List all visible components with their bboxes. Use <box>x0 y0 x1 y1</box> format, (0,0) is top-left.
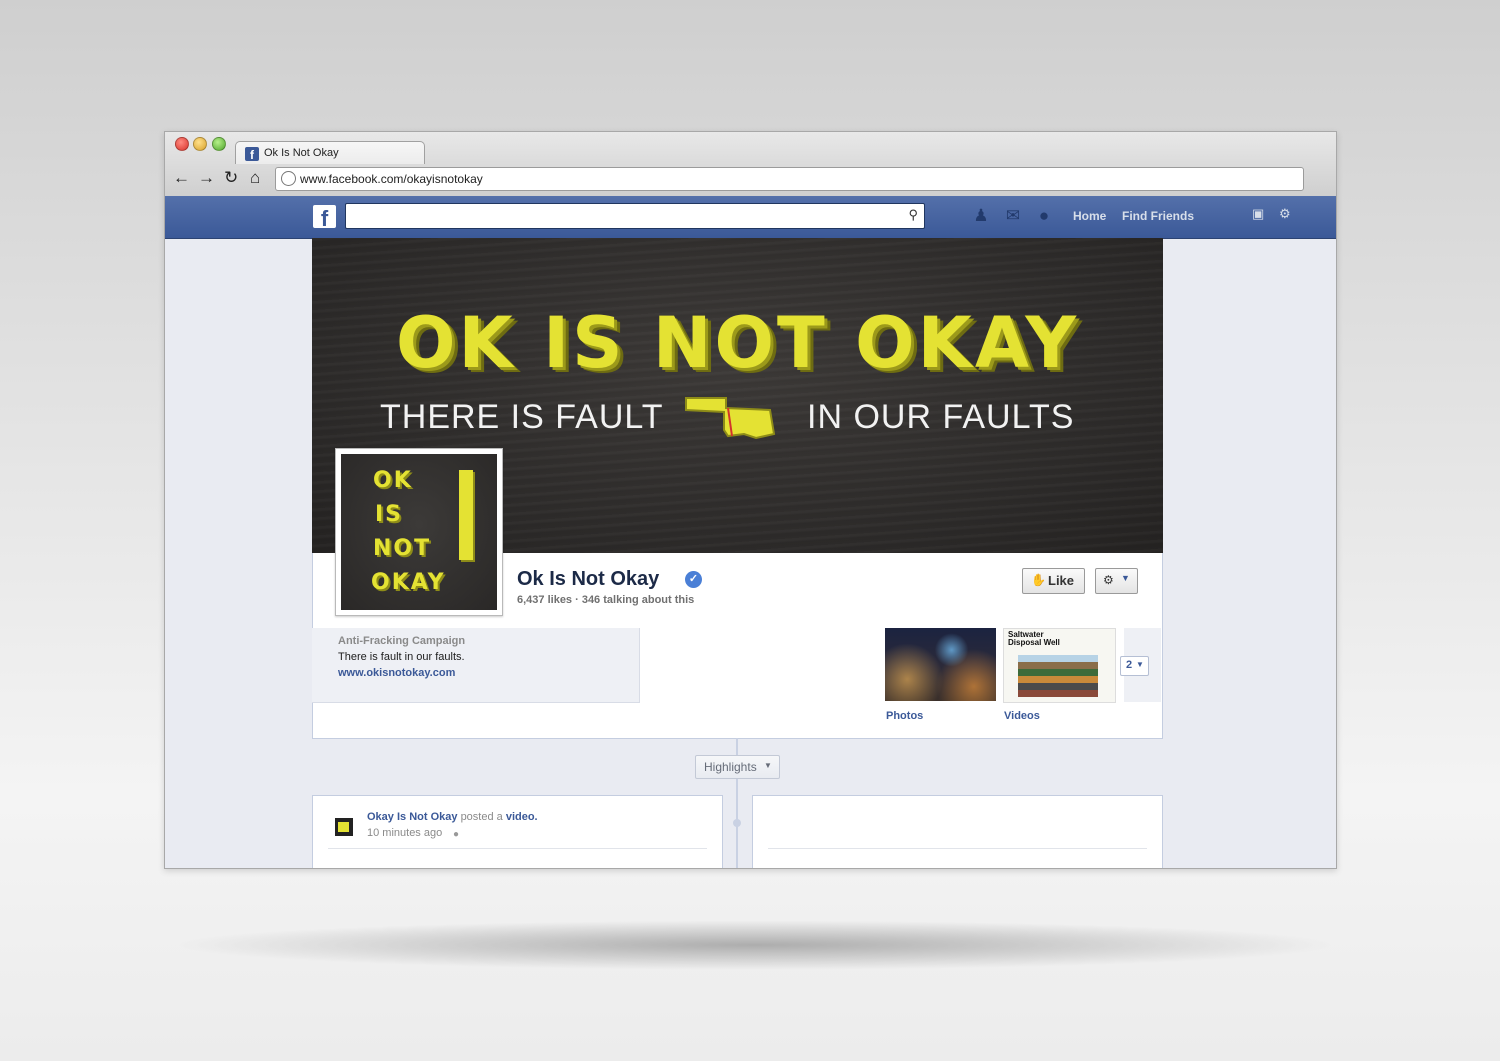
diagram-layer <box>1018 655 1098 662</box>
diagram-layer <box>1018 683 1098 690</box>
divider <box>768 848 1147 849</box>
diagram-layer <box>1018 669 1098 676</box>
profile-picture-word: IS <box>375 502 404 527</box>
messages-icon[interactable]: ✉ <box>1003 205 1023 225</box>
videos-app-label[interactable]: Videos <box>1004 710 1040 722</box>
divider <box>328 848 707 849</box>
public-globe-icon: ● <box>453 829 460 840</box>
facebook-logo-icon[interactable]: f <box>313 205 336 231</box>
cover-tagline-left: THERE IS FAULT <box>380 398 664 436</box>
url-text: www.facebook.com/okayisnotokay <box>300 172 483 186</box>
like-button[interactable]: ✋ Like <box>1022 568 1085 594</box>
reload-icon[interactable]: ↻ <box>224 169 238 187</box>
browser-chrome: f Ok Is Not Okay ← → ↻ ⌂ www.facebook.co… <box>165 132 1336 197</box>
minimize-window-button[interactable] <box>193 137 207 151</box>
privacy-shortcuts-icon[interactable]: ▣ <box>1252 206 1264 222</box>
about-section: Anti-Fracking Campaign There is fault in… <box>312 628 640 703</box>
close-window-button[interactable] <box>175 137 189 151</box>
cover-tagline-right: IN OUR FAULTS <box>807 398 1075 436</box>
highlights-label: Highlights <box>704 760 757 774</box>
home-link[interactable]: Home <box>1073 209 1106 223</box>
profile-picture-word: OK <box>373 468 413 493</box>
back-arrow-icon[interactable]: ← <box>173 169 190 187</box>
post-author-link[interactable]: Okay Is Not Okay <box>367 811 458 823</box>
post-action-text: posted a <box>460 811 503 823</box>
highlights-dropdown[interactable]: Highlights ▼ <box>695 755 780 779</box>
post-headline: Okay Is Not Okay posted a video. <box>367 811 538 823</box>
diagram-layer <box>1018 690 1098 697</box>
forward-arrow-icon[interactable]: → <box>198 169 215 187</box>
timeline-post-placeholder <box>752 795 1163 868</box>
tab-title: Ok Is Not Okay <box>264 147 339 159</box>
window-floor-shadow <box>170 920 1340 970</box>
page-title[interactable]: Ok Is Not Okay <box>517 568 659 591</box>
photos-app-label[interactable]: Photos <box>886 710 923 722</box>
diagram-layer <box>1018 676 1098 683</box>
post-timestamp[interactable]: 10 minutes ago <box>367 827 442 839</box>
like-label: Like <box>1048 573 1075 588</box>
chevron-down-icon: ▼ <box>764 761 772 770</box>
chevron-down-icon: ▼ <box>1121 573 1130 583</box>
oklahoma-shape-icon <box>685 397 776 440</box>
profile-picture-image: OK IS NOT OKAY <box>341 454 497 610</box>
search-icon[interactable]: ⚲ <box>908 207 918 223</box>
home-icon[interactable]: ⌂ <box>250 169 260 187</box>
profile-picture-word: OKAY <box>371 570 446 595</box>
search-input[interactable]: ⚲ <box>345 203 925 229</box>
verified-badge-icon: ✓ <box>685 571 702 588</box>
settings-gear-icon[interactable]: ⚙ <box>1279 206 1291 222</box>
website-link[interactable]: www.okisnotokay.com <box>338 667 455 679</box>
zoom-window-button[interactable] <box>212 137 226 151</box>
find-friends-link[interactable]: Find Friends <box>1122 209 1194 223</box>
videos-thumbnail-title-line: Disposal Well <box>1008 638 1060 647</box>
page-category: Anti-Fracking Campaign <box>338 635 466 647</box>
facebook-top-bar: f ⚲ ♟ ✉ ● Home Find Friends ▣ ⚙ <box>165 196 1336 239</box>
globe-icon <box>281 171 296 186</box>
friend-requests-icon[interactable]: ♟ <box>971 205 991 225</box>
thumbs-up-icon: ✋ <box>1031 573 1046 587</box>
timeline-dot <box>733 819 741 827</box>
post-object-link[interactable]: video. <box>506 811 538 823</box>
page-description: There is fault in our faults. <box>338 651 465 663</box>
gear-icon: ⚙ <box>1103 573 1114 587</box>
cover-headline: OK IS NOT OKAY <box>395 302 1080 384</box>
more-apps-count: 2 <box>1126 659 1133 671</box>
diagram-layer <box>1018 662 1098 669</box>
address-bar[interactable]: www.facebook.com/okayisnotokay <box>275 167 1304 191</box>
notifications-icon[interactable]: ● <box>1034 205 1054 225</box>
browser-tab[interactable]: f Ok Is Not Okay <box>235 141 425 164</box>
timeline-post: Okay Is Not Okay posted a video. 10 minu… <box>312 795 723 868</box>
more-apps-button[interactable]: 2 ▼ <box>1120 656 1149 676</box>
profile-picture-word: NOT <box>373 536 432 561</box>
profile-picture[interactable]: OK IS NOT OKAY <box>335 448 503 616</box>
profile-picture-fault-bar <box>459 470 473 560</box>
page-stats: 6,437 likes · 346 talking about this <box>517 594 695 606</box>
chevron-down-icon: ▼ <box>1136 660 1144 669</box>
avatar[interactable] <box>335 818 353 836</box>
facebook-favicon-icon: f <box>245 147 259 162</box>
photos-app-thumbnail[interactable] <box>885 628 996 701</box>
browser-window: f Ok Is Not Okay ← → ↻ ⌂ www.facebook.co… <box>164 131 1337 869</box>
videos-thumbnail-title: Saltwater Disposal Well <box>1008 631 1060 647</box>
page-options-button[interactable]: ⚙ ▼ <box>1095 568 1138 594</box>
videos-app-thumbnail[interactable]: Saltwater Disposal Well <box>1003 628 1116 703</box>
